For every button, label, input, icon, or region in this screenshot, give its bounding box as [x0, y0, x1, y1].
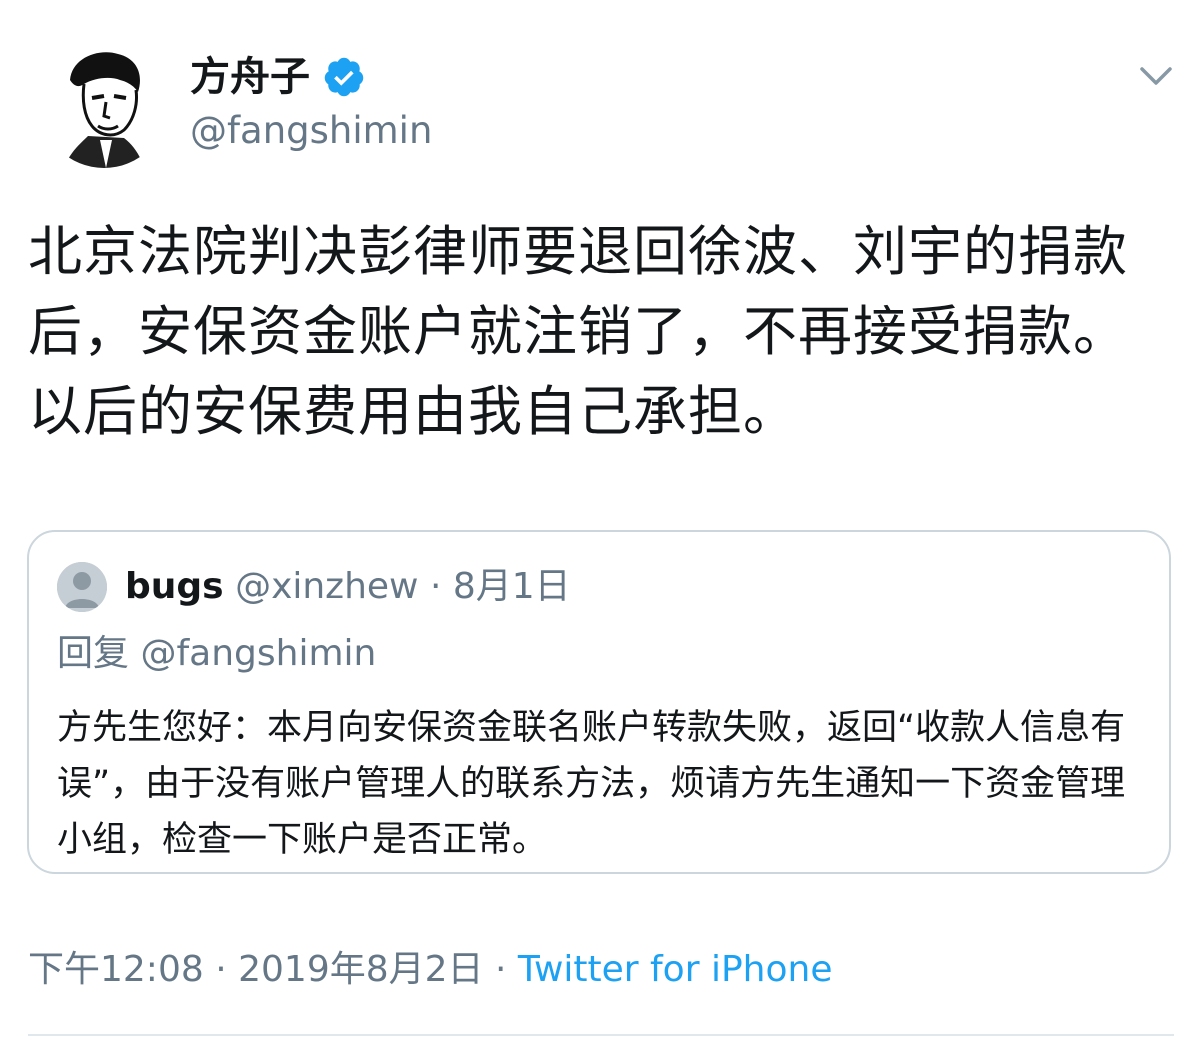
divider — [28, 1034, 1174, 1036]
portrait-sketch-icon — [40, 40, 168, 168]
quoted-avatar[interactable] — [57, 562, 107, 612]
default-profile-icon — [57, 562, 107, 612]
tweet-text: 北京法院判决彭律师要退回徐波、刘宇的捐款后，安保资金账户就注销了，不再接受捐款。… — [28, 220, 1128, 443]
reply-to-handle[interactable]: @fangshimin — [140, 633, 376, 674]
verified-badge-icon — [324, 57, 364, 97]
author-handle[interactable]: @fangshimin — [190, 108, 432, 154]
author-display-name-row[interactable]: 方舟子 — [190, 52, 366, 102]
chevron-down-icon[interactable] — [1136, 56, 1176, 96]
tweet-meta: 下午12:08 · 2019年8月2日 · Twitter for iPhone — [28, 944, 832, 996]
quoted-date: 8月1日 — [452, 566, 571, 607]
meta-separator: · — [215, 949, 227, 990]
quoted-display-name[interactable]: bugs — [125, 566, 224, 607]
author-display-name[interactable]: 方舟子 — [190, 52, 310, 102]
quoted-tweet-text: 方先生您好：本月向安保资金联名账户转款失败，返回“收款人信息有误”，由于没有账户… — [57, 708, 1126, 860]
quoted-handle[interactable]: @xinzhew — [235, 566, 418, 607]
quoted-tweet-card[interactable]: bugs @xinzhew · 8月1日 回复 @fangshimin 方先生您… — [27, 530, 1171, 874]
quoted-separator: · — [429, 566, 442, 607]
tweet-source-link[interactable]: Twitter for iPhone — [518, 949, 833, 990]
reply-prefix: 回复 — [57, 633, 130, 674]
tweet-time: 下午12:08 — [28, 949, 204, 990]
tweet-date: 2019年8月2日 — [238, 949, 484, 990]
quoted-header: bugs @xinzhew · 8月1日 — [125, 562, 571, 612]
quoted-reply-context: 回复 @fangshimin — [57, 630, 376, 678]
author-avatar[interactable] — [40, 40, 168, 168]
meta-separator: · — [495, 949, 507, 990]
